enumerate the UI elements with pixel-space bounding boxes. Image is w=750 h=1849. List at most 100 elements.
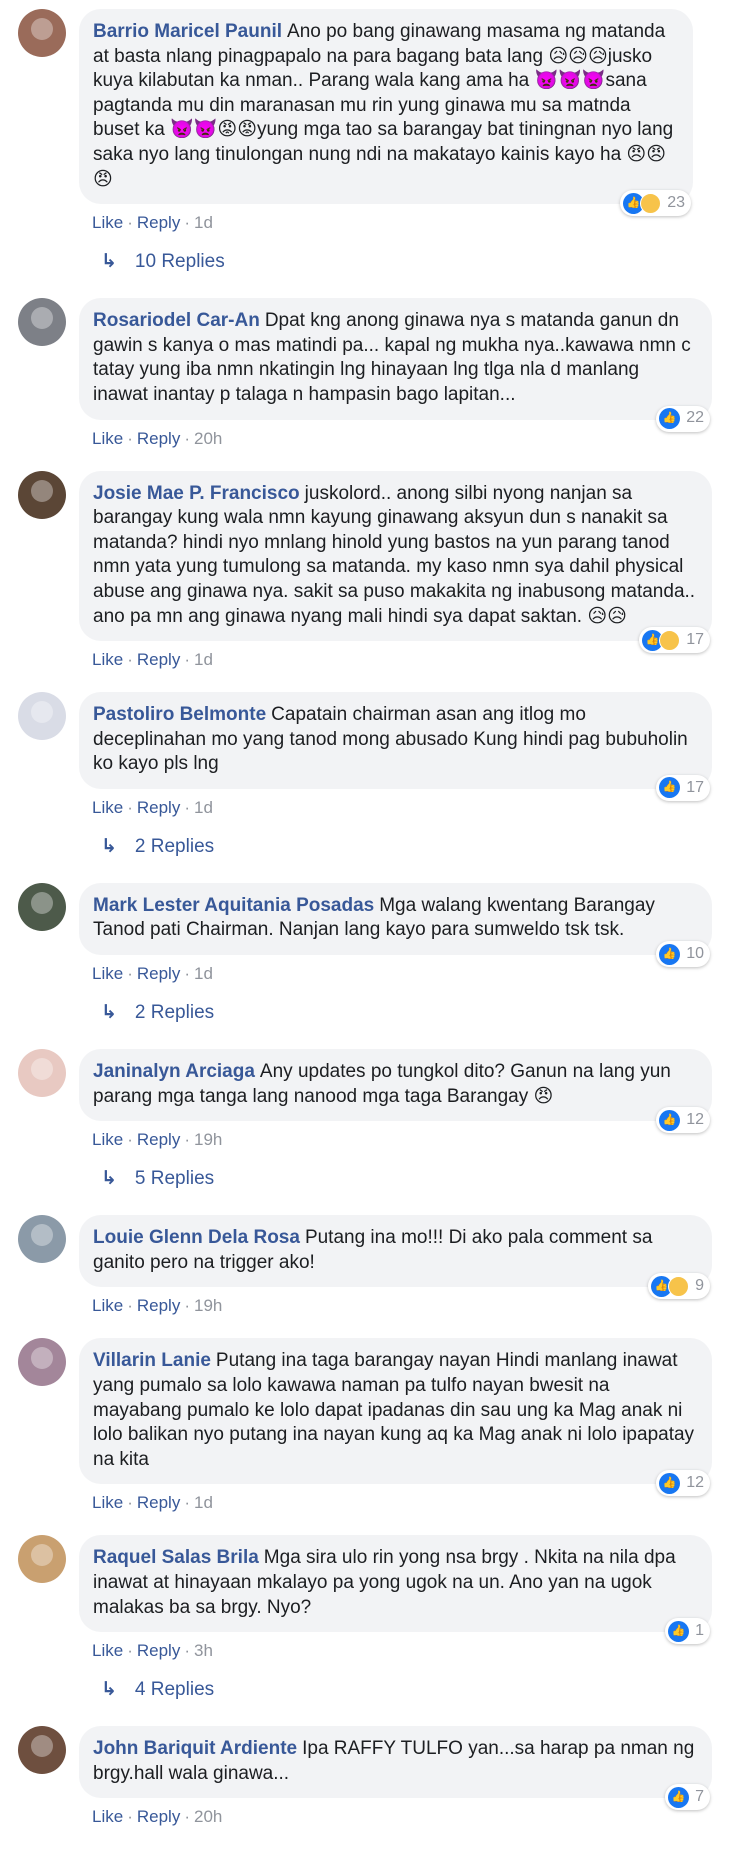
commenter-name[interactable]: Louie Glenn Dela Rosa (93, 1227, 300, 1248)
comment-spacer (0, 1195, 750, 1215)
reaction-summary[interactable]: 👍 17 (639, 627, 710, 654)
reply-link[interactable]: Reply (137, 650, 180, 669)
commenter-name[interactable]: Pastoliro Belmonte (93, 704, 266, 725)
timestamp[interactable]: 19h (194, 1296, 222, 1315)
avatar[interactable] (18, 1726, 66, 1775)
reaction-summary[interactable]: 👍 12 (656, 1107, 710, 1134)
like-link[interactable]: Like (92, 1130, 123, 1149)
timestamp[interactable]: 1d (194, 964, 213, 983)
avatar[interactable] (18, 1535, 66, 1584)
comment-spacer (0, 451, 750, 471)
reply-link[interactable]: Reply (137, 964, 180, 983)
timestamp[interactable]: 3h (194, 1641, 213, 1660)
separator-dot: · (184, 1641, 190, 1661)
avatar[interactable] (18, 298, 66, 347)
comment-body: John Bariquit Ardiente Ipa RAFFY TULFO ya… (79, 1726, 712, 1829)
comment-actions: Like · Reply · 3h (79, 1632, 712, 1663)
avatar[interactable] (18, 882, 66, 931)
reaction-summary[interactable]: 👍 10 (656, 941, 710, 968)
like-link[interactable]: Like (92, 213, 123, 232)
comment-spacer (0, 672, 750, 692)
timestamp[interactable]: 1d (194, 213, 213, 232)
comment-spacer (0, 1829, 750, 1849)
like-link[interactable]: Like (92, 1807, 123, 1826)
avatar[interactable] (18, 470, 66, 519)
reply-link[interactable]: Reply (137, 429, 180, 448)
reply-link[interactable]: Reply (137, 798, 180, 817)
reaction-summary[interactable]: 👍 23 (620, 190, 691, 217)
comment-row: Josie Mae P. Francisco juskolord.. anong … (0, 470, 750, 673)
reply-link[interactable]: Reply (137, 1641, 180, 1660)
reply-link[interactable]: Reply (137, 1493, 180, 1512)
separator-dot: · (127, 1807, 133, 1827)
replies-count-label: 2 Replies (134, 1002, 215, 1024)
comment-row: Janinalyn Arciaga Any updates po tungkol … (0, 1049, 750, 1152)
comment-body: Josie Mae P. Francisco juskolord.. anong … (79, 470, 712, 673)
comment-spacer (0, 863, 750, 883)
commenter-name[interactable]: Josie Mae P. Francisco (93, 483, 300, 504)
reaction-summary[interactable]: 👍 1 (665, 1618, 710, 1645)
reaction-count: 12 (686, 1110, 704, 1128)
like-link[interactable]: Like (92, 1493, 123, 1512)
comment-text: Ano po bang ginawang masama ng matanda a… (93, 21, 679, 190)
reaction-count: 23 (667, 193, 685, 211)
comment-row: John Bariquit Ardiente Ipa RAFFY TULFO ya… (0, 1726, 750, 1829)
comment-text: juskolord.. anong silbi nyong nanjan sa … (93, 482, 701, 627)
view-replies-link[interactable]: ↳ 10 Replies (0, 235, 750, 278)
commenter-name[interactable]: John Bariquit Ardiente (93, 1738, 297, 1759)
reaction-count: 12 (686, 1474, 704, 1492)
like-link[interactable]: Like (92, 1641, 123, 1660)
reply-link[interactable]: Reply (137, 1130, 180, 1149)
view-replies-link[interactable]: ↳ 5 Replies (0, 1152, 750, 1195)
comment-actions: Like · Reply · 19h (79, 1121, 712, 1152)
thumbs-up-icon: 👍 (659, 943, 681, 965)
replies-count-label: 2 Replies (134, 835, 215, 857)
comment-actions: Like · Reply · 20h (79, 1798, 712, 1829)
comment-feed: Barrio Maricel Paunil Ano po bang ginawan… (0, 0, 750, 1849)
timestamp[interactable]: 20h (194, 1807, 222, 1826)
timestamp[interactable]: 20h (194, 429, 222, 448)
thumbs-up-icon: 👍 (659, 777, 681, 799)
comment-item: Pastoliro Belmonte Capatain chairman asan… (0, 692, 750, 883)
reaction-summary[interactable]: 👍 12 (656, 1470, 710, 1497)
commenter-name[interactable]: Rosariodel Car-An (93, 310, 260, 331)
like-link[interactable]: Like (92, 1296, 123, 1315)
like-link[interactable]: Like (92, 798, 123, 817)
comment-row: Barrio Maricel Paunil Ano po bang ginawan… (0, 9, 750, 235)
avatar[interactable] (18, 1215, 66, 1264)
replies-count-label: 4 Replies (134, 1679, 215, 1701)
avatar[interactable] (18, 9, 66, 57)
timestamp[interactable]: 1d (194, 1493, 213, 1512)
timestamp[interactable]: 1d (194, 650, 213, 669)
comment-bubble: John Bariquit Ardiente Ipa RAFFY TULFO ya… (79, 1726, 712, 1811)
avatar[interactable] (18, 692, 66, 741)
commenter-name[interactable]: Mark Lester Aquitania Posadas (93, 895, 374, 916)
reaction-summary[interactable]: 👍 7 (665, 1784, 710, 1811)
view-replies-link[interactable]: ↳ 2 Replies (0, 986, 750, 1029)
comment-row: Raquel Salas Brila Mga sira ulo rin yong … (0, 1535, 750, 1663)
view-replies-link[interactable]: ↳ 2 Replies (0, 820, 750, 863)
view-replies-link[interactable]: ↳ 4 Replies (0, 1663, 750, 1706)
commenter-name[interactable]: Janinalyn Arciaga (93, 1061, 255, 1082)
reply-arrow-icon: ↳ (101, 1168, 117, 1190)
reaction-summary[interactable]: 👍 22 (656, 405, 710, 432)
comment-actions: Like · Reply · 1d (79, 204, 712, 235)
reaction-summary[interactable]: 👍 9 (648, 1273, 710, 1300)
like-link[interactable]: Like (92, 650, 123, 669)
timestamp[interactable]: 19h (194, 1130, 222, 1149)
avatar[interactable] (18, 1338, 66, 1387)
like-link[interactable]: Like (92, 964, 123, 983)
reply-arrow-icon: ↳ (101, 835, 117, 857)
reply-link[interactable]: Reply (137, 1807, 180, 1826)
reply-link[interactable]: Reply (137, 1296, 180, 1315)
avatar[interactable] (18, 1049, 66, 1098)
reply-link[interactable]: Reply (137, 213, 180, 232)
thumbs-up-icon: 👍 (659, 408, 681, 430)
comment-item: John Bariquit Ardiente Ipa RAFFY TULFO ya… (0, 1726, 750, 1849)
like-link[interactable]: Like (92, 429, 123, 448)
timestamp[interactable]: 1d (194, 798, 213, 817)
commenter-name[interactable]: Villarin Lanie (93, 1350, 211, 1371)
reaction-summary[interactable]: 👍 17 (656, 774, 710, 801)
commenter-name[interactable]: Raquel Salas Brila (93, 1547, 259, 1568)
commenter-name[interactable]: Barrio Maricel Paunil (93, 21, 282, 42)
